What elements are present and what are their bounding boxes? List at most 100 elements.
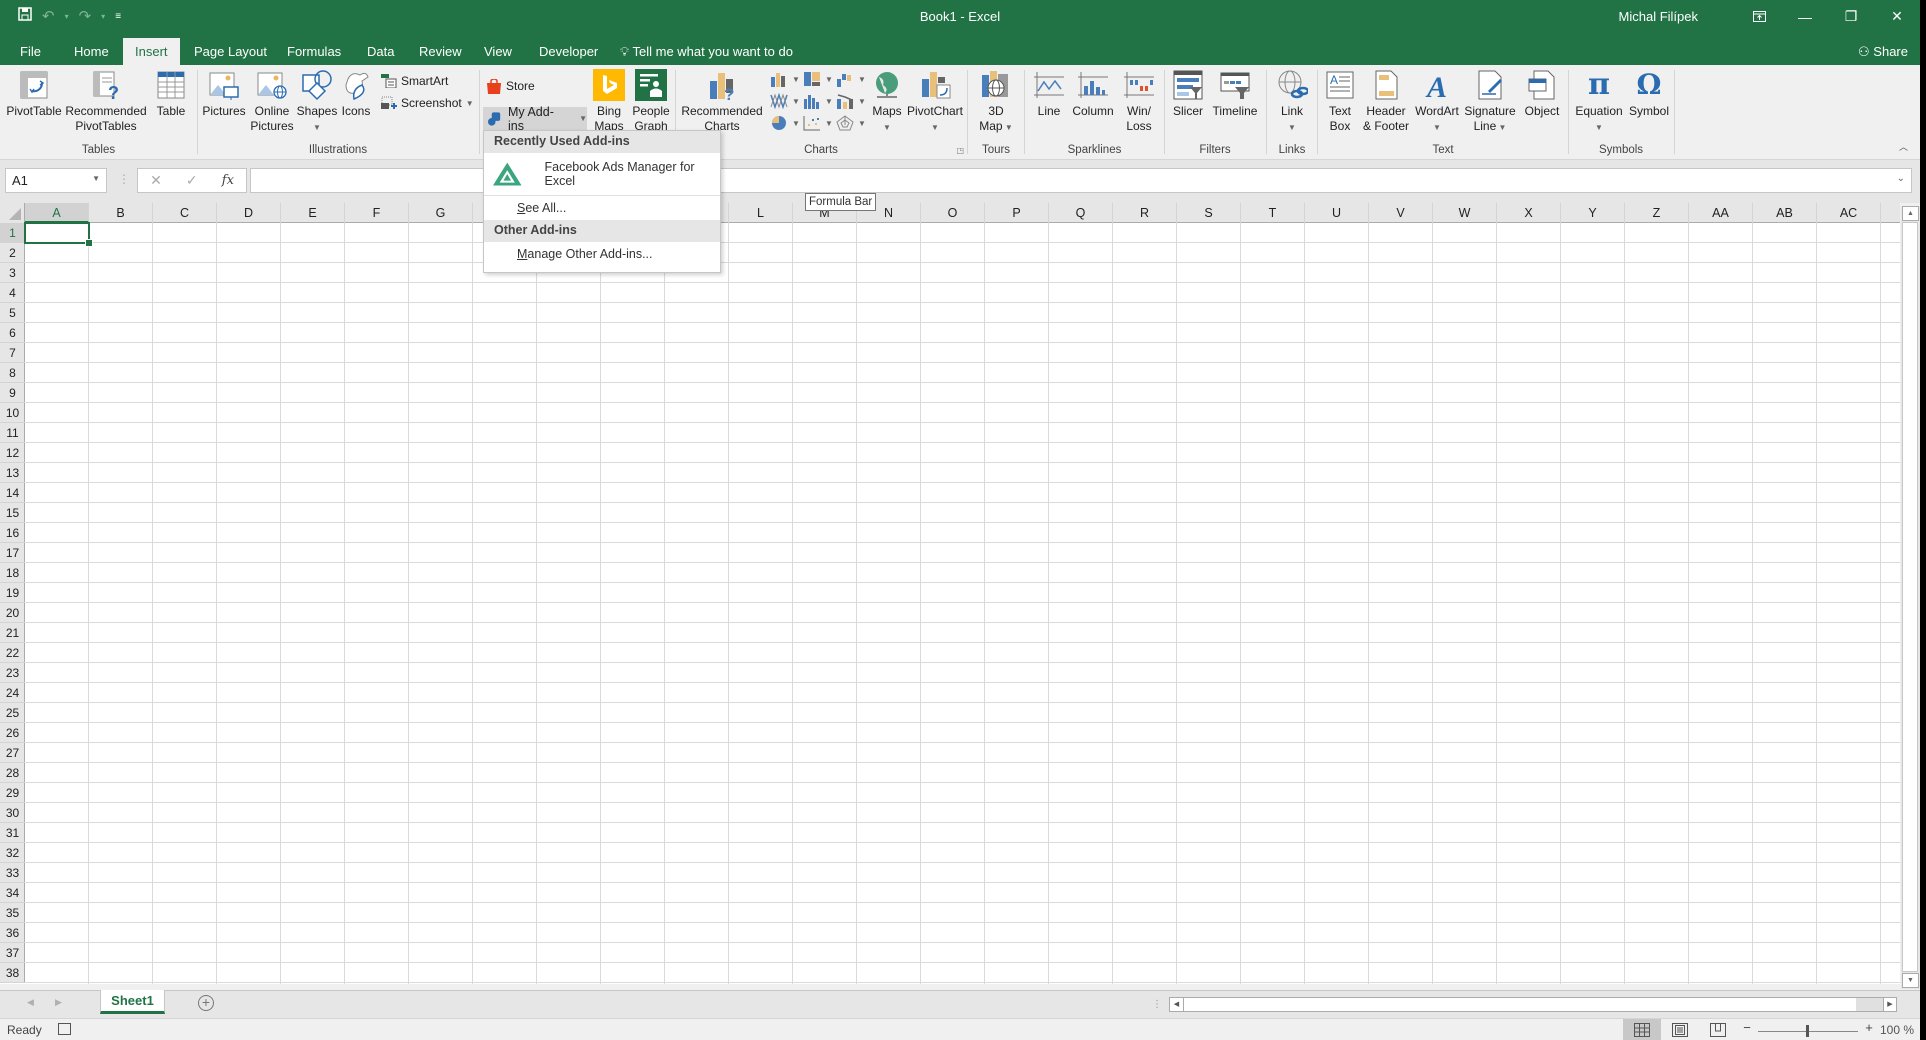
store-button[interactable]: Store xyxy=(486,76,535,96)
column-header-a[interactable]: A xyxy=(25,203,89,223)
tab-home[interactable]: Home xyxy=(62,38,121,65)
row-header-3[interactable]: 3 xyxy=(0,263,25,283)
zoom-out-icon[interactable]: − xyxy=(1740,1021,1754,1034)
row-header-38[interactable]: 38 xyxy=(0,963,25,983)
cells-area[interactable] xyxy=(25,223,1900,984)
horizontal-scrollbar[interactable]: ◀ xyxy=(1169,997,1897,1012)
column-header-l[interactable]: L xyxy=(729,203,793,223)
column-header-p[interactable]: P xyxy=(985,203,1049,223)
scroll-down-arrow-icon[interactable]: ▼ xyxy=(1902,973,1919,988)
row-header-27[interactable]: 27 xyxy=(0,743,25,763)
row-header-21[interactable]: 21 xyxy=(0,623,25,643)
column-header-ad[interactable]: AD xyxy=(1881,203,1900,223)
bing-maps-button[interactable]: Bing Maps xyxy=(590,69,628,134)
row-header-2[interactable]: 2 xyxy=(0,243,25,263)
sparkline-line-button[interactable]: Line xyxy=(1029,69,1069,119)
wordart-button[interactable]: A WordArt ▼ xyxy=(1414,69,1460,135)
previous-sheet-icon[interactable]: ◀ xyxy=(27,997,34,1008)
insert-function-icon[interactable]: fx xyxy=(222,173,234,188)
row-header-4[interactable]: 4 xyxy=(0,283,25,303)
page-layout-view-button[interactable] xyxy=(1661,1019,1699,1040)
column-header-v[interactable]: V xyxy=(1369,203,1433,223)
column-header-s[interactable]: S xyxy=(1177,203,1241,223)
row-header-13[interactable]: 13 xyxy=(0,463,25,483)
row-header-15[interactable]: 15 xyxy=(0,503,25,523)
row-header-16[interactable]: 16 xyxy=(0,523,25,543)
share-button[interactable]: ⚇ Share xyxy=(1858,38,1908,65)
column-header-r[interactable]: R xyxy=(1113,203,1177,223)
minimize-button[interactable]: — xyxy=(1782,0,1828,33)
column-header-y[interactable]: Y xyxy=(1561,203,1625,223)
zoom-slider[interactable]: − + xyxy=(1740,1021,1876,1037)
shapes-button[interactable]: Shapes ▼ xyxy=(296,69,338,135)
column-header-t[interactable]: T xyxy=(1241,203,1305,223)
cancel-icon[interactable]: ✕ xyxy=(150,172,162,189)
row-header-34[interactable]: 34 xyxy=(0,883,25,903)
row-header-20[interactable]: 20 xyxy=(0,603,25,623)
vertical-scroll-track[interactable] xyxy=(1902,222,1918,972)
tab-file[interactable]: File xyxy=(8,38,53,65)
column-header-o[interactable]: O xyxy=(921,203,985,223)
radar-chart-button[interactable]: ▼ xyxy=(836,113,866,133)
sparkline-winloss-button[interactable]: Win/ Loss xyxy=(1119,69,1159,134)
see-all-addins-item[interactable]: See All... xyxy=(484,196,720,220)
zoom-in-icon[interactable]: + xyxy=(1862,1021,1876,1034)
zoom-level[interactable]: 100 % xyxy=(1880,1023,1914,1037)
row-header-22[interactable]: 22 xyxy=(0,643,25,663)
line-chart-button[interactable]: ▼ xyxy=(770,91,800,111)
row-header-23[interactable]: 23 xyxy=(0,663,25,683)
row-header-33[interactable]: 33 xyxy=(0,863,25,883)
row-header-29[interactable]: 29 xyxy=(0,783,25,803)
row-header-6[interactable]: 6 xyxy=(0,323,25,343)
sparkline-column-button[interactable]: Column xyxy=(1069,69,1117,119)
combo-chart-button[interactable]: ▼ xyxy=(836,91,866,111)
restore-button[interactable]: ❐ xyxy=(1828,0,1874,33)
tab-developer[interactable]: Developer xyxy=(527,38,610,65)
tell-me-search[interactable]: 💡︎ Tell me what you want to do xyxy=(620,38,793,65)
pie-chart-button[interactable]: ▼ xyxy=(770,113,800,133)
row-header-26[interactable]: 26 xyxy=(0,723,25,743)
row-header-12[interactable]: 12 xyxy=(0,443,25,463)
column-header-z[interactable]: Z xyxy=(1625,203,1689,223)
name-box-dropdown-icon[interactable]: ▼ xyxy=(92,174,100,183)
manage-other-addins-item[interactable]: Manage Other Add-ins... xyxy=(484,242,720,266)
next-sheet-icon[interactable]: ▶ xyxy=(55,997,62,1008)
pictures-button[interactable]: Pictures xyxy=(200,69,248,119)
row-header-11[interactable]: 11 xyxy=(0,423,25,443)
macro-recording-icon[interactable] xyxy=(58,1023,71,1035)
addin-facebook-ads-manager[interactable]: Facebook Ads Manager for Excel xyxy=(484,153,720,196)
column-header-d[interactable]: D xyxy=(217,203,281,223)
tab-page-layout[interactable]: Page Layout xyxy=(182,38,279,65)
row-header-1[interactable]: 1 xyxy=(0,223,25,243)
link-button[interactable]: Link ▼ xyxy=(1273,69,1311,135)
column-chart-button[interactable]: ▼ xyxy=(770,69,800,89)
select-all-corner[interactable] xyxy=(0,203,25,223)
row-header-35[interactable]: 35 xyxy=(0,903,25,923)
my-addins-button[interactable]: My Add-ins ▼ xyxy=(483,105,587,133)
tab-insert[interactable]: Insert xyxy=(123,38,180,65)
row-header-14[interactable]: 14 xyxy=(0,483,25,503)
slicer-button[interactable]: Slicer xyxy=(1169,69,1207,119)
column-header-f[interactable]: F xyxy=(345,203,409,223)
people-graph-button[interactable]: People Graph xyxy=(630,69,672,134)
equation-button[interactable]: π Equation ▼ xyxy=(1573,69,1625,135)
online-pictures-button[interactable]: Online Pictures xyxy=(248,69,296,134)
row-header-28[interactable]: 28 xyxy=(0,763,25,783)
scroll-up-arrow-icon[interactable]: ▲ xyxy=(1902,206,1919,221)
maps-button[interactable]: Maps ▼ xyxy=(869,69,905,135)
column-header-c[interactable]: C xyxy=(153,203,217,223)
column-header-u[interactable]: U xyxy=(1305,203,1369,223)
table-button[interactable]: Table xyxy=(152,69,190,119)
symbol-button[interactable]: Ω Symbol xyxy=(1627,69,1671,119)
icons-button[interactable]: Icons xyxy=(338,69,374,119)
normal-view-button[interactable] xyxy=(1623,1019,1661,1040)
header-footer-button[interactable]: Header & Footer xyxy=(1360,69,1412,134)
enter-check-icon[interactable]: ✓ xyxy=(186,172,198,189)
object-button[interactable]: Object xyxy=(1520,69,1564,119)
column-header-w[interactable]: W xyxy=(1433,203,1497,223)
3d-map-button[interactable]: 3D Map ▼ xyxy=(974,69,1018,135)
column-header-aa[interactable]: AA xyxy=(1689,203,1753,223)
tab-review[interactable]: Review xyxy=(407,38,474,65)
row-header-25[interactable]: 25 xyxy=(0,703,25,723)
row-header-24[interactable]: 24 xyxy=(0,683,25,703)
